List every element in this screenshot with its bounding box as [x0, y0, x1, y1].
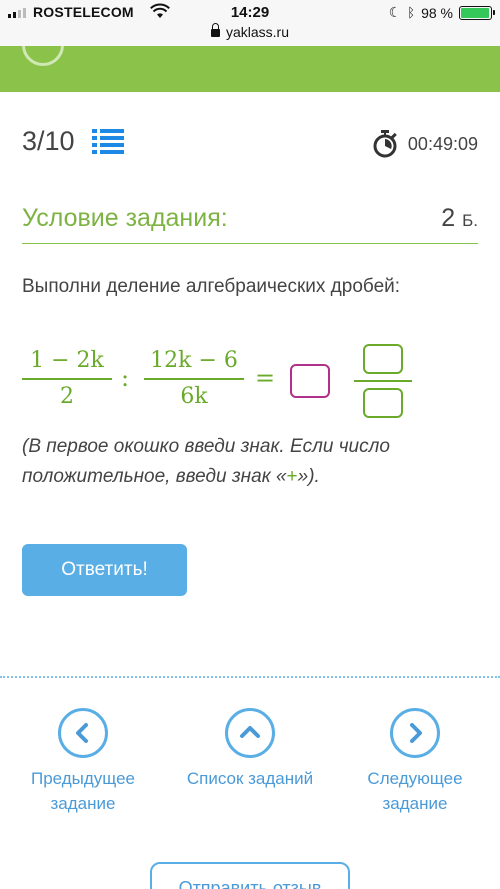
stopwatch-icon — [373, 130, 397, 158]
timer-value: 00:49:09 — [407, 133, 478, 154]
task-list-icon[interactable] — [92, 128, 124, 154]
equals-sign: = — [255, 364, 276, 392]
fraction-1-denominator: 2 — [60, 384, 74, 409]
next-task-link[interactable]: Следующее задание — [340, 708, 490, 816]
battery-percent: 98 % — [421, 4, 453, 21]
feedback-button[interactable]: Отправить отзыв — [150, 862, 350, 889]
divide-sign: : — [121, 364, 130, 392]
timer: 00:49:09 — [372, 130, 478, 158]
fraction-2: 12k − 6 6k — [144, 344, 244, 414]
next-task-label[interactable]: Следующее задание — [367, 769, 462, 813]
dotted-divider — [0, 676, 500, 678]
task-text: Выполни деление алгебраических дробей: — [22, 276, 401, 297]
back-circle-icon[interactable] — [22, 46, 64, 66]
answer-fraction — [354, 344, 412, 418]
url-text: yaklass.ru — [225, 24, 290, 40]
moon-icon: ☾ — [388, 4, 402, 20]
prev-task-link[interactable]: Предыдущее задание — [8, 708, 158, 816]
condition-title: Условие задания: — [22, 204, 228, 232]
fraction-2-numerator: 12k − 6 — [150, 348, 238, 373]
task-header: 3/10 00:49:09 — [22, 122, 478, 162]
chevron-left-icon[interactable] — [58, 708, 108, 758]
chevron-up-icon[interactable] — [225, 708, 275, 758]
task-list-label[interactable]: Список заданий — [187, 769, 313, 788]
fraction-bar — [354, 380, 412, 382]
points-value: 2 — [441, 204, 456, 232]
sign-input[interactable] — [290, 364, 330, 398]
battery-icon — [459, 5, 495, 20]
lock-icon — [210, 23, 220, 37]
chevron-right-icon[interactable] — [390, 708, 440, 758]
fraction-1-numerator: 1 − 2k — [30, 348, 104, 373]
numerator-input[interactable] — [363, 344, 403, 374]
points: 2 Б. — [441, 204, 478, 233]
task-list-link[interactable]: Список заданий — [175, 708, 325, 791]
bluetooth-icon: ᛒ — [407, 5, 416, 20]
hint-text: (В первое окошко введи знак. Если число … — [22, 432, 462, 492]
fraction-2-denominator: 6k — [180, 384, 208, 409]
plus-sign: + — [286, 466, 298, 487]
task-counter: 3/10 — [22, 126, 75, 156]
condition-header: Условие задания: 2 Б. — [22, 200, 478, 244]
points-unit: Б. — [462, 211, 478, 230]
denominator-input[interactable] — [363, 388, 403, 418]
prev-task-label[interactable]: Предыдущее задание — [31, 769, 135, 813]
url-bar[interactable]: yaklass.ru — [0, 23, 500, 46]
hint-part1: (В первое окошко введи знак. Если число … — [22, 436, 390, 487]
hint-part2: »). — [297, 466, 320, 487]
answer-button[interactable]: Ответить! — [22, 544, 187, 596]
fraction-1: 1 − 2k 2 — [22, 344, 112, 414]
site-header — [0, 46, 500, 92]
status-bar: ROSTELECOM 14:29 ☾ ᛒ 98 % — [0, 0, 500, 24]
